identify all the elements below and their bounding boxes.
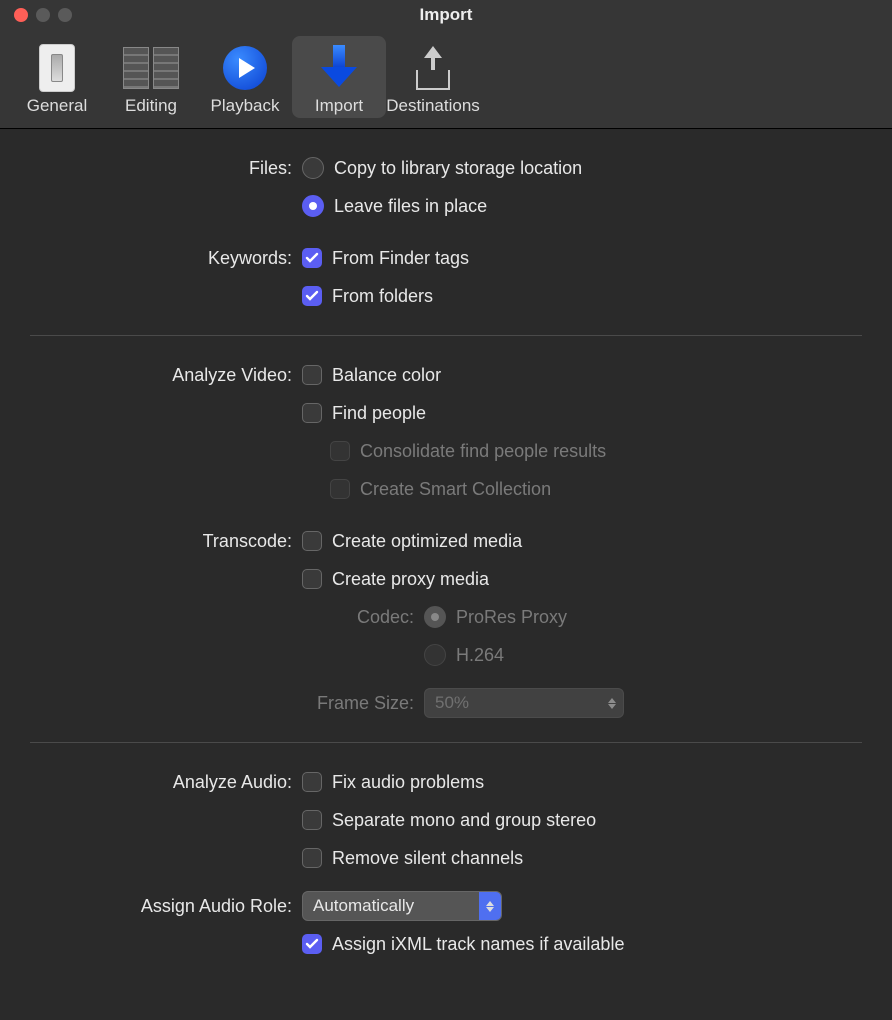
balance-color-label: Balance color — [332, 356, 441, 394]
balance-color-check[interactable] — [302, 365, 322, 385]
chevron-updown-icon — [479, 892, 501, 920]
keywords-label: Keywords: — [0, 239, 302, 277]
transcode-label: Transcode: — [0, 522, 302, 560]
find-people-label: Find people — [332, 394, 426, 432]
window-title: Import — [0, 5, 892, 25]
keywords-folders-check[interactable] — [302, 286, 322, 306]
codec-h264-radio — [424, 644, 446, 666]
chevron-updown-icon — [601, 689, 623, 717]
zoom-button[interactable] — [58, 8, 72, 22]
toolbar: General Editing Playback Import Destinat… — [0, 30, 892, 129]
frame-size-select: 50% — [424, 688, 624, 718]
smart-collection-check — [330, 479, 350, 499]
files-label: Files: — [0, 149, 302, 187]
editing-icon — [123, 47, 179, 89]
analyze-audio-label: Analyze Audio: — [0, 763, 302, 801]
consolidate-label: Consolidate find people results — [360, 432, 606, 470]
toolbar-playback[interactable]: Playback — [198, 36, 292, 118]
find-people-check[interactable] — [302, 403, 322, 423]
codec-label: Codec: — [0, 598, 424, 636]
smart-collection-label: Create Smart Collection — [360, 470, 551, 508]
analyze-video-label: Analyze Video: — [0, 356, 302, 394]
separate-mono-check[interactable] — [302, 810, 322, 830]
playback-icon — [223, 46, 267, 90]
optimized-label: Create optimized media — [332, 522, 522, 560]
keywords-finder-check[interactable] — [302, 248, 322, 268]
assign-role-select[interactable]: Automatically — [302, 891, 502, 921]
general-icon — [39, 44, 75, 92]
window-controls — [0, 8, 72, 22]
proxy-label: Create proxy media — [332, 560, 489, 598]
remove-silent-check[interactable] — [302, 848, 322, 868]
destinations-icon — [416, 46, 450, 90]
separate-mono-label: Separate mono and group stereo — [332, 801, 596, 839]
toolbar-editing[interactable]: Editing — [104, 36, 198, 118]
titlebar: Import — [0, 0, 892, 30]
minimize-button[interactable] — [36, 8, 50, 22]
content: Files: Copy to library storage location … — [0, 129, 892, 963]
fix-audio-label: Fix audio problems — [332, 763, 484, 801]
separator — [30, 335, 862, 336]
remove-silent-label: Remove silent channels — [332, 839, 523, 877]
consolidate-check — [330, 441, 350, 461]
toolbar-import[interactable]: Import — [292, 36, 386, 118]
codec-prores-radio — [424, 606, 446, 628]
files-leave-label: Leave files in place — [334, 187, 487, 225]
optimized-check[interactable] — [302, 531, 322, 551]
ixml-label: Assign iXML track names if available — [332, 925, 624, 963]
files-leave-radio[interactable] — [302, 195, 324, 217]
assign-role-label: Assign Audio Role: — [0, 887, 302, 925]
toolbar-general[interactable]: General — [10, 36, 104, 118]
frame-size-label: Frame Size: — [0, 684, 424, 722]
fix-audio-check[interactable] — [302, 772, 322, 792]
import-icon — [321, 45, 357, 91]
files-copy-radio[interactable] — [302, 157, 324, 179]
ixml-check[interactable] — [302, 934, 322, 954]
keywords-finder-label: From Finder tags — [332, 239, 469, 277]
separator — [30, 742, 862, 743]
proxy-check[interactable] — [302, 569, 322, 589]
codec-prores-label: ProRes Proxy — [456, 598, 567, 636]
files-copy-label: Copy to library storage location — [334, 149, 582, 187]
toolbar-destinations[interactable]: Destinations — [386, 36, 480, 118]
codec-h264-label: H.264 — [456, 636, 504, 674]
keywords-folders-label: From folders — [332, 277, 433, 315]
close-button[interactable] — [14, 8, 28, 22]
